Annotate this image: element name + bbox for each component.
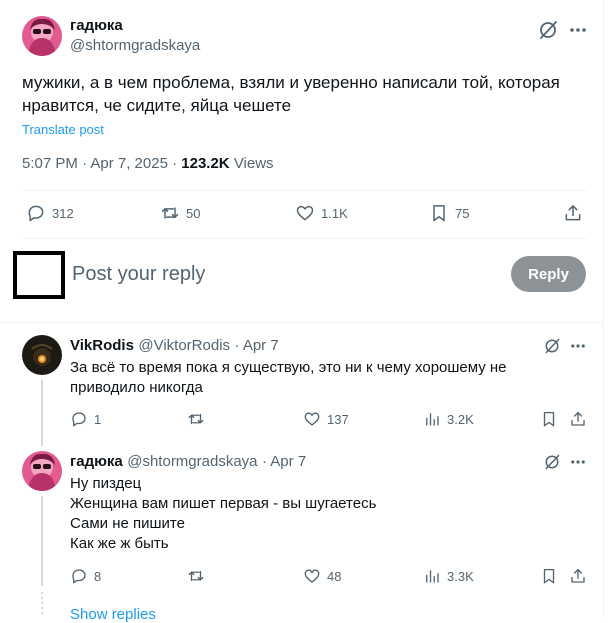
reply-count: 8: [94, 568, 102, 584]
share-icon: [565, 205, 581, 221]
bookmark-action[interactable]: 75: [429, 203, 469, 223]
views-icon: [426, 570, 439, 583]
tweet-time[interactable]: 5:07 PM · Apr 7, 2025: [22, 155, 168, 172]
views-count: 3.3K: [447, 568, 474, 584]
author-avatar[interactable]: [22, 16, 62, 56]
author-name[interactable]: гадюка: [70, 17, 123, 34]
reply-header: VikRodis @ViktorRodis · Apr 7: [70, 337, 279, 355]
reply-count: 312: [52, 205, 74, 221]
meta-separator: ·: [167, 155, 182, 172]
heart-icon: [296, 205, 314, 221]
reply-author-name[interactable]: гадюка: [70, 453, 123, 470]
bookmark-icon: [543, 568, 555, 584]
repost-action[interactable]: [187, 410, 205, 428]
reply-line: Женщина вам пишет первая - вы шугаетесь: [70, 495, 377, 512]
thread-line: [41, 380, 43, 446]
reply-date[interactable]: · Apr 7: [234, 337, 278, 354]
like-count: 137: [327, 411, 349, 427]
tweet-text: мужики, а в чем проблема, взяли и уверен…: [22, 73, 560, 115]
repost-action[interactable]: [187, 567, 205, 585]
show-replies-link[interactable]: Show replies: [70, 606, 156, 623]
grok-icon[interactable]: [543, 453, 561, 471]
reply-avatar[interactable]: [22, 451, 62, 491]
reply-icon: [72, 569, 86, 584]
heart-icon: [304, 569, 320, 583]
bookmark-icon: [433, 205, 445, 222]
reply-input[interactable]: Post your reply: [72, 263, 205, 286]
timeline-border: [603, 0, 604, 617]
thread-dots: [41, 592, 43, 617]
reply-action[interactable]: 8: [70, 567, 101, 585]
like-action[interactable]: 48: [303, 567, 341, 585]
repost-icon: [188, 413, 204, 425]
translate-link[interactable]: Translate post: [22, 122, 104, 137]
reply-placeholder: Post your reply: [72, 263, 206, 285]
divider: [0, 322, 603, 323]
reply-line: Как же ж быть: [70, 535, 169, 552]
reply-line: Ну пиздец: [70, 475, 142, 492]
grok-icon[interactable]: [543, 337, 561, 355]
more-options-icon[interactable]: [570, 339, 586, 353]
views-action[interactable]: 3.3K: [423, 567, 474, 585]
reply-author-handle[interactable]: @ViktorRodis: [138, 337, 230, 354]
share-icon: [571, 568, 585, 583]
reply-author-handle[interactable]: @shtormgradskaya: [127, 453, 257, 470]
reply-avatar[interactable]: [22, 335, 62, 375]
repost-action[interactable]: 50: [160, 203, 200, 223]
reply-author-name[interactable]: VikRodis: [70, 337, 134, 354]
like-count: 1.1K: [321, 205, 348, 221]
bookmark-icon: [543, 411, 555, 427]
like-count: 48: [327, 568, 342, 584]
bookmark-action[interactable]: [540, 410, 558, 428]
composer-avatar-placeholder: [13, 251, 65, 299]
reply-line: Сами не пишите: [70, 515, 185, 532]
reply-date[interactable]: · Apr 7: [262, 453, 306, 470]
like-action[interactable]: 1.1K: [295, 203, 348, 223]
more-options-icon[interactable]: [570, 455, 586, 469]
share-action[interactable]: [569, 567, 587, 585]
share-action[interactable]: [569, 410, 587, 428]
bookmark-count: 75: [455, 205, 470, 221]
share-action[interactable]: [563, 203, 583, 223]
author-handle[interactable]: @shtormgradskaya: [70, 37, 200, 54]
tweet-meta: 5:07 PM · Apr 7, 2025 · 123.2K Views: [22, 155, 274, 172]
reply-icon: [72, 412, 86, 427]
repost-count: 50: [186, 205, 201, 221]
reply-icon: [28, 205, 44, 222]
repost-icon: [188, 570, 204, 582]
reply-action[interactable]: 1: [70, 410, 101, 428]
views-icon: [426, 413, 439, 426]
reply-count: 1: [94, 411, 102, 427]
more-options-icon[interactable]: [569, 22, 587, 38]
views-count: 3.2K: [447, 411, 474, 427]
reply-header: гадюка @shtormgradskaya · Apr 7: [70, 453, 306, 471]
share-icon: [571, 411, 585, 426]
reply-action[interactable]: 312: [26, 203, 74, 223]
grok-icon[interactable]: [537, 19, 559, 41]
reply-button[interactable]: Reply: [511, 256, 586, 292]
reply-text: За всё то время пока я существую, это ни…: [70, 359, 507, 396]
thread-line: [41, 496, 43, 586]
like-action[interactable]: 137: [303, 410, 349, 428]
bookmark-action[interactable]: [540, 567, 558, 585]
views-count: 123.2K: [181, 155, 230, 172]
views-label: Views: [233, 155, 274, 172]
divider: [22, 190, 587, 191]
heart-icon: [304, 412, 320, 426]
reply-text: Ну пиздец Женщина вам пишет первая - вы …: [70, 474, 585, 554]
divider: [22, 238, 587, 239]
repost-icon: [161, 207, 179, 219]
views-action[interactable]: 3.2K: [423, 410, 474, 428]
